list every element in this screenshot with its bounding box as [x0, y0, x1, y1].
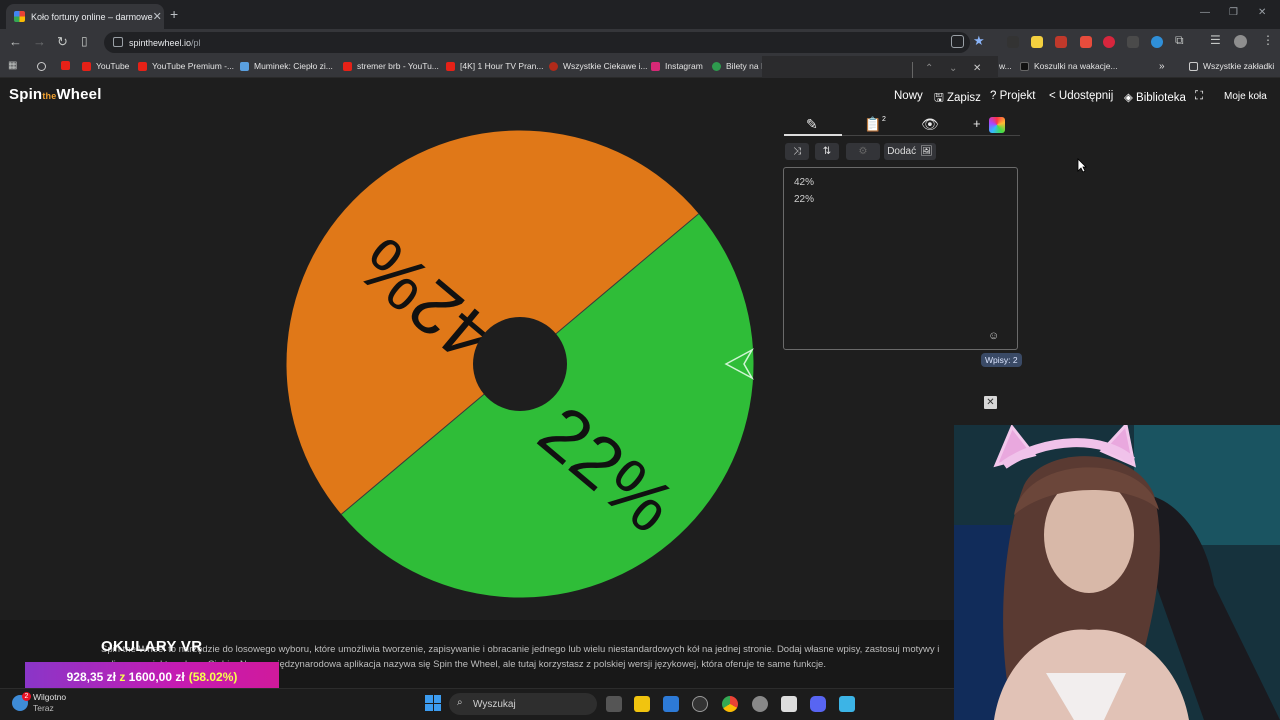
menu-share[interactable]: < Udostępnij	[1049, 90, 1113, 102]
menu-project[interactable]: ? Projekt	[990, 90, 1035, 102]
site-info-icon[interactable]	[113, 37, 123, 47]
image-icon: 🖼	[920, 146, 933, 157]
add-tab-plus-icon[interactable]: +	[973, 116, 981, 131]
active-tab-indicator	[784, 134, 842, 136]
entry-line: 22%	[794, 194, 815, 205]
settings-gear-icon[interactable]	[752, 696, 768, 712]
install-app-icon[interactable]	[951, 35, 964, 48]
notification-badge: 2	[22, 692, 31, 701]
tab-search-icon[interactable]: ☰	[1210, 33, 1221, 47]
bookmark-item[interactable]: Koszulki na wakacje...	[1020, 61, 1118, 71]
site-logo[interactable]: SpintheWheel	[9, 86, 102, 103]
extension-icon[interactable]	[1080, 36, 1092, 48]
bookmark-item[interactable]: stremer brb - YouTu...	[343, 61, 439, 71]
entry-line: 42%	[794, 177, 815, 188]
project-icon: ?	[990, 90, 1000, 102]
theme-palette-icon[interactable]	[989, 117, 1005, 133]
chrome-icon[interactable]	[722, 696, 738, 712]
sort-button[interactable]: ⇅	[815, 143, 839, 160]
bookmark-item[interactable]: Wszystkie Ciekawe i...	[549, 61, 648, 71]
search-icon: ⌕	[457, 697, 463, 708]
forward-icon[interactable]: →	[33, 34, 46, 49]
task-view-icon[interactable]	[606, 696, 622, 712]
streamer-image	[954, 425, 1280, 720]
extension-icon[interactable]	[1007, 36, 1019, 48]
fullscreen-icon[interactable]: ⛶	[1195, 90, 1203, 103]
extension-icon[interactable]	[1055, 36, 1067, 48]
mouse-cursor-icon	[1077, 158, 1087, 173]
all-bookmarks[interactable]: Wszystkie zakładki	[1189, 61, 1274, 71]
bookmark-item[interactable]: YouTube Premium -...	[138, 61, 234, 71]
bookmark-item[interactable]: Muminek: Ciepło zi...	[240, 61, 333, 71]
webcam-feed	[954, 425, 1280, 720]
tab-title: Koło fortuny online – darmowe	[31, 11, 153, 22]
discord-icon[interactable]	[810, 696, 826, 712]
taskbar-search[interactable]: ⌕ Wyszukaj	[449, 693, 597, 715]
app-icon[interactable]	[781, 696, 797, 712]
bookmark-star-icon[interactable]: ★	[973, 33, 985, 49]
edit-pencil-icon[interactable]: ✎	[806, 116, 818, 133]
find-prev-icon[interactable]: ⌃	[925, 63, 933, 74]
menu-library[interactable]: ◈ Biblioteka	[1124, 90, 1186, 104]
tab-close-icon[interactable]: ✕	[153, 10, 162, 23]
entries-count-badge: Wpisy: 2	[981, 353, 1022, 367]
bookmark-item[interactable]: [4K] 1 Hour TV Pran...	[446, 61, 543, 71]
address-bar[interactable]: spinthewheel.io/pl	[104, 32, 970, 53]
menu-my-wheels[interactable]: Moje koła	[1224, 91, 1267, 102]
notepad-icon[interactable]	[839, 696, 855, 712]
store-icon[interactable]	[663, 696, 679, 712]
save-icon: 🖫	[934, 92, 947, 104]
bookmark-item[interactable]: w...	[999, 61, 1012, 71]
emoji-icon[interactable]: ☺	[988, 328, 999, 345]
shuffle-button[interactable]: ⤨	[785, 143, 809, 160]
close-icon[interactable]: ✕	[984, 396, 997, 409]
add-image-button[interactable]: Dodać 🖼	[884, 143, 936, 160]
minimize-icon[interactable]: —	[1200, 7, 1210, 18]
find-close-icon[interactable]: ✕	[973, 63, 981, 74]
apps-grid-icon[interactable]: ▦	[8, 60, 17, 71]
file-explorer-icon[interactable]	[634, 696, 650, 712]
extension-icon[interactable]	[1151, 36, 1163, 48]
site-favicon-icon	[14, 11, 25, 22]
find-next-icon[interactable]: ⌄	[949, 63, 957, 74]
clipboard-icon[interactable]: 📋	[864, 116, 881, 133]
browser-tab[interactable]: Koło fortuny online – darmowe ✕	[6, 4, 164, 29]
entries-textarea[interactable]: 42% 22% ☺	[783, 167, 1018, 350]
wheel-center[interactable]	[473, 317, 567, 411]
bookmark-icon[interactable]	[37, 62, 46, 71]
bookmark-item[interactable]: Bilety na I	[712, 61, 763, 71]
clipboard-badge: 2	[882, 116, 886, 123]
more-bookmarks-icon[interactable]: »	[1159, 61, 1165, 72]
url-host: spinthewheel.io	[129, 37, 192, 48]
bookmark-item[interactable]: YouTube	[82, 61, 129, 71]
menu-new[interactable]: Nowy	[894, 90, 923, 102]
extension-icon[interactable]	[1031, 36, 1043, 48]
extensions-puzzle-icon[interactable]: ⧉	[1175, 33, 1184, 48]
hide-eye-icon[interactable]: 👁	[921, 116, 939, 133]
new-tab-icon[interactable]: +	[170, 6, 178, 22]
extension-icon[interactable]	[1127, 36, 1139, 48]
library-icon: ◈	[1124, 92, 1137, 104]
tab-strip	[0, 0, 1280, 29]
sidepanel-icon[interactable]: ▯	[81, 34, 88, 48]
maximize-icon[interactable]: ❐	[1229, 7, 1238, 18]
browser-menu-icon[interactable]: ⋮	[1262, 33, 1274, 47]
back-icon[interactable]: ←	[9, 34, 22, 49]
extension-icon[interactable]	[1103, 36, 1115, 48]
menu-save[interactable]: 🖫 Zapisz	[934, 90, 981, 109]
windows-start-icon[interactable]	[425, 695, 441, 711]
url-path: /pl	[191, 37, 201, 48]
weather-widget[interactable]: Wilgotno Teraz	[33, 692, 66, 714]
window-close-icon[interactable]: ✕	[1258, 7, 1266, 18]
find-divider	[912, 62, 913, 78]
bookmark-item[interactable]: Instagram	[651, 61, 703, 71]
stream-overlay-title: OKULARY VR	[101, 638, 203, 655]
share-icon: <	[1049, 90, 1059, 102]
app-icon[interactable]	[692, 696, 708, 712]
profile-avatar[interactable]	[1234, 35, 1247, 48]
image-settings-button[interactable]: ⚙	[846, 143, 880, 160]
spin-wheel[interactable]: 42% 22%	[280, 124, 760, 604]
bookmark-item[interactable]	[61, 61, 75, 70]
reload-icon[interactable]: ↻	[57, 34, 68, 50]
